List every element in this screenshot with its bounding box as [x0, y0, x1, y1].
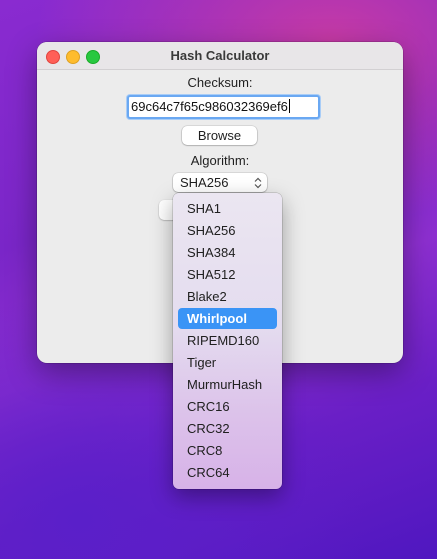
menu-item-crc16[interactable]: CRC16 [178, 396, 277, 417]
checksum-label: Checksum: [187, 75, 253, 90]
chevron-up-down-icon [254, 173, 262, 189]
menu-item-whirlpool[interactable]: Whirlpool [178, 308, 277, 329]
browse-button[interactable]: Browse [182, 126, 257, 145]
menu-item-crc32[interactable]: CRC32 [178, 418, 277, 439]
text-caret [288, 99, 290, 113]
menu-item-sha512[interactable]: SHA512 [178, 264, 277, 285]
menu-item-murmurhash[interactable]: MurmurHash [178, 374, 277, 395]
menu-item-blake2[interactable]: Blake2 [178, 286, 277, 307]
menu-item-tiger[interactable]: Tiger [178, 352, 277, 373]
menu-item-sha384[interactable]: SHA384 [178, 242, 277, 263]
menu-item-ripemd160[interactable]: RIPEMD160 [178, 330, 277, 351]
algorithm-label: Algorithm: [190, 153, 250, 168]
window-title: Hash Calculator [170, 48, 270, 63]
menu-item-crc8[interactable]: CRC8 [178, 440, 277, 461]
menu-item-sha256[interactable]: SHA256 [178, 220, 277, 241]
algorithm-select[interactable]: SHA256 [173, 173, 267, 192]
checksum-value: 69c64c7f65c986032369ef6 [131, 99, 288, 114]
algorithm-selected-value: SHA256 [180, 175, 229, 190]
algorithm-dropdown-menu: SHA1 SHA256 SHA384 SHA512 Blake2 Whirlpool RIP… [173, 193, 282, 489]
title-bar[interactable]: Hash Calculator [37, 42, 403, 70]
checksum-input[interactable]: 69c64c7f65c986032369ef6 [127, 95, 320, 119]
menu-item-sha1[interactable]: SHA1 [178, 198, 277, 219]
menu-item-crc64[interactable]: CRC64 [178, 462, 277, 483]
